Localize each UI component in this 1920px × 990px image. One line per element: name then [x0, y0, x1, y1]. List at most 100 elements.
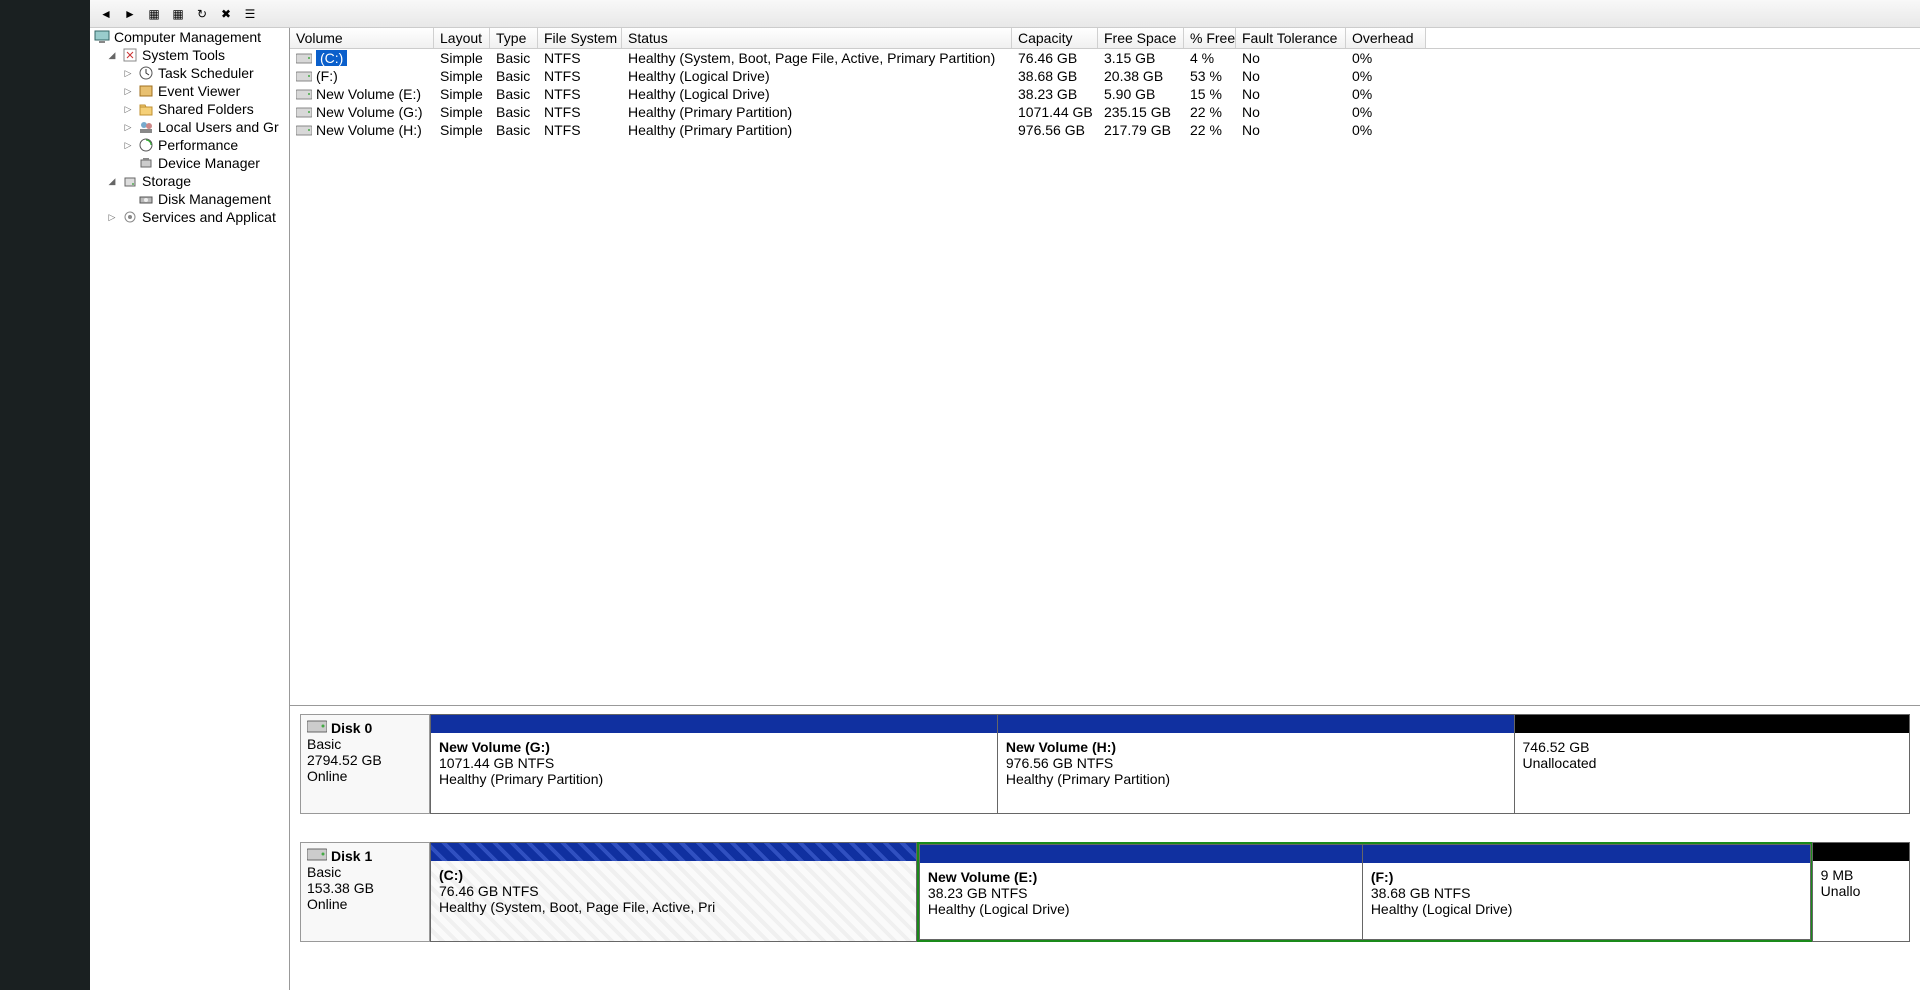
- tree-task-scheduler[interactable]: ▷ Task Scheduler: [90, 64, 289, 82]
- storage-icon: [122, 173, 138, 189]
- partition-size: 38.68 GB NTFS: [1371, 885, 1802, 901]
- partition-block[interactable]: 9 MBUnallo: [1812, 842, 1910, 942]
- volume-list[interactable]: Volume Layout Type File System Status Ca…: [290, 28, 1920, 706]
- col-volume[interactable]: Volume: [290, 28, 434, 48]
- disk-info[interactable]: Disk 0Basic2794.52 GBOnline: [300, 714, 430, 814]
- disk-label: Disk 0: [331, 720, 372, 736]
- partition-block[interactable]: New Volume (G:)1071.44 GB NTFSHealthy (P…: [430, 714, 998, 814]
- table-row[interactable]: New Volume (H:)SimpleBasicNTFSHealthy (P…: [290, 121, 1920, 139]
- table-row[interactable]: New Volume (G:)SimpleBasicNTFSHealthy (P…: [290, 103, 1920, 121]
- col-type[interactable]: Type: [490, 28, 538, 48]
- fault-cell: No: [1236, 121, 1346, 139]
- partition-status: Unallocated: [1523, 755, 1901, 771]
- forward-button[interactable]: ►: [120, 4, 140, 24]
- disk-type: Basic: [307, 736, 423, 752]
- toolbar-icon[interactable]: ☰: [240, 4, 260, 24]
- disk-size: 153.38 GB: [307, 880, 423, 896]
- partition-color-bar: [1363, 845, 1810, 863]
- col-free-space[interactable]: Free Space: [1098, 28, 1184, 48]
- tree-root[interactable]: Computer Management: [90, 28, 289, 46]
- tree-performance[interactable]: ▷ Performance: [90, 136, 289, 154]
- fs-cell: NTFS: [538, 121, 622, 139]
- disk-info[interactable]: Disk 1Basic153.38 GBOnline: [300, 842, 430, 942]
- partition-block[interactable]: (C:)76.46 GB NTFSHealthy (System, Boot, …: [430, 842, 917, 942]
- collapse-icon[interactable]: ◢: [106, 50, 118, 61]
- status-cell: Healthy (Logical Drive): [622, 85, 1012, 103]
- status-cell: Healthy (Primary Partition): [622, 121, 1012, 139]
- tree-event-viewer[interactable]: ▷ Event Viewer: [90, 82, 289, 100]
- fs-cell: NTFS: [538, 49, 622, 67]
- tree-disk-management[interactable]: Disk Management: [90, 190, 289, 208]
- tree-label: Services and Applicat: [142, 209, 276, 225]
- col-file-system[interactable]: File System: [538, 28, 622, 48]
- refresh-icon[interactable]: ↻: [192, 4, 212, 24]
- tree-label: Computer Management: [114, 29, 261, 45]
- partition-block[interactable]: (F:)38.68 GB NTFSHealthy (Logical Drive): [1362, 844, 1811, 940]
- volume-cell: New Volume (G:): [290, 103, 434, 121]
- tree-label: System Tools: [142, 47, 225, 63]
- capacity-cell: 76.46 GB: [1012, 49, 1098, 67]
- event-viewer-icon: [138, 83, 154, 99]
- drive-icon: [296, 88, 312, 100]
- toolbar-icon[interactable]: ▦: [168, 4, 188, 24]
- col-capacity[interactable]: Capacity: [1012, 28, 1098, 48]
- expand-icon[interactable]: ▷: [122, 140, 134, 151]
- type-cell: Basic: [490, 85, 538, 103]
- type-cell: Basic: [490, 49, 538, 67]
- table-row[interactable]: (C:)SimpleBasicNTFSHealthy (System, Boot…: [290, 49, 1920, 67]
- tree-shared-folders[interactable]: ▷ Shared Folders: [90, 100, 289, 118]
- expand-icon[interactable]: ▷: [122, 68, 134, 79]
- device-manager-icon: [138, 155, 154, 171]
- partition-name: New Volume (H:): [1006, 739, 1116, 755]
- free-cell: 5.90 GB: [1098, 85, 1184, 103]
- expand-icon[interactable]: ▷: [122, 104, 134, 115]
- collapse-icon[interactable]: ◢: [106, 176, 118, 187]
- toolbar-icon[interactable]: ✖: [216, 4, 236, 24]
- tree-device-manager[interactable]: Device Manager: [90, 154, 289, 172]
- col-overhead[interactable]: Overhead: [1346, 28, 1426, 48]
- disk-type: Basic: [307, 864, 423, 880]
- back-button[interactable]: ◄: [96, 4, 116, 24]
- disk-row: Disk 0Basic2794.52 GBOnlineNew Volume (G…: [300, 714, 1910, 814]
- fault-cell: No: [1236, 49, 1346, 67]
- table-row[interactable]: (F:)SimpleBasicNTFSHealthy (Logical Driv…: [290, 67, 1920, 85]
- volume-cell: (C:): [290, 49, 434, 67]
- col-status[interactable]: Status: [622, 28, 1012, 48]
- partition-color-bar: [1515, 715, 1909, 733]
- layout-cell: Simple: [434, 85, 490, 103]
- pct-cell: 15 %: [1184, 85, 1236, 103]
- fault-cell: No: [1236, 103, 1346, 121]
- partition-size: 746.52 GB: [1523, 739, 1901, 755]
- expand-icon[interactable]: ▷: [106, 212, 118, 223]
- layout-cell: Simple: [434, 103, 490, 121]
- overhead-cell: 0%: [1346, 121, 1426, 139]
- partition-block[interactable]: 746.52 GBUnallocated: [1514, 714, 1910, 814]
- fault-cell: No: [1236, 85, 1346, 103]
- layout-cell: Simple: [434, 121, 490, 139]
- tree-services[interactable]: ▷ Services and Applicat: [90, 208, 289, 226]
- partition-block[interactable]: New Volume (E:)38.23 GB NTFSHealthy (Log…: [919, 844, 1363, 940]
- partition-color-bar: [431, 843, 916, 861]
- col-layout[interactable]: Layout: [434, 28, 490, 48]
- tree-local-users[interactable]: ▷ Local Users and Gr: [90, 118, 289, 136]
- toolbar: ◄ ► ▦ ▦ ↻ ✖ ☰: [90, 0, 1920, 28]
- tree-system-tools[interactable]: ◢ System Tools: [90, 46, 289, 64]
- partition-size: 976.56 GB NTFS: [1006, 755, 1506, 771]
- tree-label: Task Scheduler: [158, 65, 254, 81]
- partition-block[interactable]: New Volume (H:)976.56 GB NTFSHealthy (Pr…: [997, 714, 1515, 814]
- table-row[interactable]: New Volume (E:)SimpleBasicNTFSHealthy (L…: [290, 85, 1920, 103]
- expand-icon[interactable]: ▷: [122, 86, 134, 97]
- pct-cell: 4 %: [1184, 49, 1236, 67]
- toolbar-icon[interactable]: ▦: [144, 4, 164, 24]
- expand-icon[interactable]: ▷: [122, 122, 134, 133]
- extended-partition: New Volume (E:)38.23 GB NTFSHealthy (Log…: [917, 842, 1813, 942]
- partition-name: (C:): [439, 867, 463, 883]
- type-cell: Basic: [490, 103, 538, 121]
- disk-graphical-view[interactable]: Disk 0Basic2794.52 GBOnlineNew Volume (G…: [290, 706, 1920, 990]
- navigation-tree[interactable]: Computer Management ◢ System Tools ▷ Tas…: [90, 28, 290, 990]
- partition-size: 1071.44 GB NTFS: [439, 755, 989, 771]
- tree-storage[interactable]: ◢ Storage: [90, 172, 289, 190]
- overhead-cell: 0%: [1346, 85, 1426, 103]
- col-fault-tolerance[interactable]: Fault Tolerance: [1236, 28, 1346, 48]
- col-percent-free[interactable]: % Free: [1184, 28, 1236, 48]
